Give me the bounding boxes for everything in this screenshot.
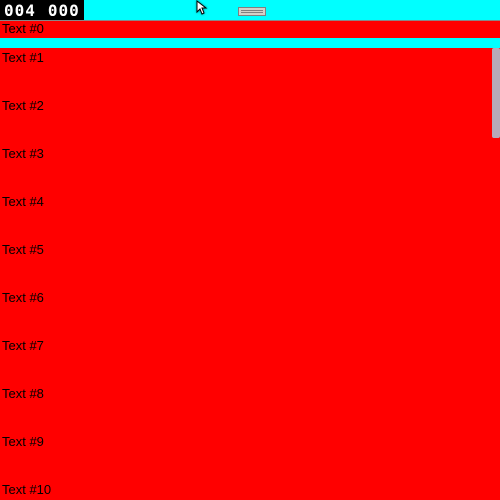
top-bar: 004 000 — [0, 0, 500, 20]
scrollbar-thumb[interactable] — [492, 48, 500, 138]
list-header-label: Text #0 — [0, 21, 500, 37]
list-item[interactable]: Text #6 — [0, 288, 492, 336]
counter-right: 000 — [48, 1, 80, 20]
cursor-icon — [195, 0, 211, 16]
list-item[interactable]: Text #4 — [0, 192, 492, 240]
scrollbar[interactable] — [492, 48, 500, 500]
counter-display: 004 000 — [0, 0, 84, 20]
list-item[interactable]: Text #5 — [0, 240, 492, 288]
list-area: Text #1 Text #2 Text #3 Text #4 Text #5 … — [0, 48, 492, 500]
content-area: Text #1 Text #2 Text #3 Text #4 Text #5 … — [0, 48, 500, 500]
list-item[interactable]: Text #7 — [0, 336, 492, 384]
separator-strip — [0, 38, 500, 48]
list-item[interactable]: Text #1 — [0, 48, 492, 96]
list-item[interactable]: Text #3 — [0, 144, 492, 192]
list-item[interactable]: Text #2 — [0, 96, 492, 144]
drag-handle-icon[interactable] — [238, 7, 266, 16]
list-header: Text #0 — [0, 20, 500, 38]
counter-left: 004 — [4, 1, 36, 20]
list-item[interactable]: Text #8 — [0, 384, 492, 432]
list-item[interactable]: Text #10 — [0, 480, 492, 500]
list-item[interactable]: Text #9 — [0, 432, 492, 480]
